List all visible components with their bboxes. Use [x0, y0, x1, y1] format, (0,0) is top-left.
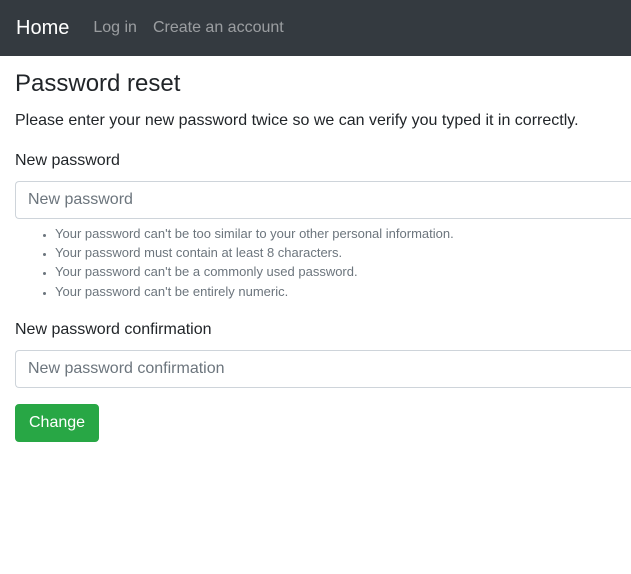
list-item: Your password can't be a commonly used p… — [55, 262, 631, 281]
new-password-label: New password — [15, 151, 120, 169]
list-item: Your password can't be entirely numeric. — [55, 282, 631, 301]
intro-text: Please enter your new password twice so … — [15, 111, 579, 129]
password-help-list: Your password can't be too similar to yo… — [15, 224, 631, 301]
confirm-password-input[interactable] — [15, 349, 631, 388]
confirm-password-label: New password confirmation — [15, 320, 212, 338]
page-title: Password reset — [15, 70, 181, 97]
password-reset-form: New password Your password can't be too … — [15, 149, 631, 442]
nav-home-link[interactable]: Home — [16, 18, 69, 38]
list-item: Your password can't be too similar to yo… — [55, 224, 631, 243]
nav-create-account-link[interactable]: Create an account — [153, 20, 284, 36]
main-content: Password reset Please enter your new pas… — [15, 56, 631, 442]
list-item: Your password must contain at least 8 ch… — [55, 243, 631, 262]
new-password-input[interactable] — [15, 180, 631, 219]
change-button[interactable]: Change — [15, 403, 100, 442]
nav-login-link[interactable]: Log in — [93, 20, 137, 36]
top-navbar: Home Log in Create an account — [0, 0, 631, 56]
